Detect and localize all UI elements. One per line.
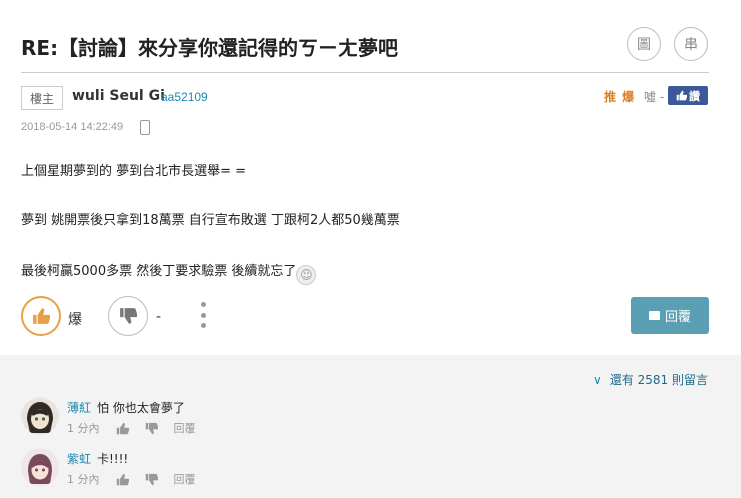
more-comments-link[interactable]: ∨ 還有 2581 則留言 — [593, 371, 708, 388]
post-title: RE:【討論】來分享你還記得的ㄎㄧㄤ夢吧 — [21, 36, 399, 60]
author-name[interactable]: wuli Seul Gi — [72, 88, 165, 104]
emoji-icon: ☺ — [296, 265, 317, 285]
comment-author[interactable]: 紫虹 — [67, 450, 91, 467]
author-id[interactable]: aa52109 — [161, 90, 208, 104]
comment-author[interactable]: 薄紅 — [67, 399, 91, 416]
comments-section: ∨ 還有 2581 則留言 薄紅 怕 你也太會夢了 1 分內 回覆 紫虹 卡!!… — [0, 355, 741, 498]
avatar[interactable] — [21, 448, 59, 486]
like-count: 爆 — [68, 312, 82, 328]
like-button[interactable] — [21, 296, 61, 336]
thumbs-down-icon — [120, 308, 137, 324]
comment-time: 1 分內 — [67, 422, 100, 435]
dislike-button[interactable] — [108, 296, 148, 336]
thumbs-down-icon[interactable] — [145, 422, 158, 435]
comment-reply-link[interactable]: 回覆 — [174, 420, 196, 436]
comment-meta: 1 分內 回覆 — [67, 420, 196, 436]
thumbs-up-icon[interactable] — [116, 422, 129, 435]
op-badge: 樓主 — [21, 86, 63, 110]
thumbs-up-icon — [676, 90, 687, 101]
post-paragraph-3-wrap: 最後柯贏5000多票 然後丁要求驗票 後續就忘了 ☺ — [21, 260, 317, 285]
boo-count: 噓 - — [644, 90, 665, 104]
comment-text: 卡!!!! — [97, 452, 129, 466]
comment-item: 紫虹 卡!!!! 1 分內 回覆 — [21, 448, 721, 498]
comment-time: 1 分內 — [67, 473, 100, 486]
facebook-like-label: 讚 — [689, 89, 700, 103]
thread-mode-button[interactable]: 串 — [674, 27, 708, 61]
facebook-like-button[interactable]: 讚 — [668, 86, 708, 105]
dislike-count: - — [156, 309, 162, 325]
post-paragraph-2: 夢到 姚開票後只拿到18萬票 自行宣布敗選 丁跟柯2人都50幾萬票 — [21, 213, 400, 228]
title-divider — [21, 72, 709, 73]
comment-meta: 1 分內 回覆 — [67, 471, 196, 487]
post-paragraph-3: 最後柯贏5000多票 然後丁要求驗票 後續就忘了 — [21, 264, 297, 279]
more-options-button[interactable] — [199, 302, 207, 328]
image-mode-label: 圖 — [637, 37, 651, 53]
thread-mode-label: 串 — [684, 37, 698, 53]
more-comments-label: 還有 2581 則留言 — [609, 373, 708, 387]
kebab-icon — [200, 302, 206, 307]
reply-button[interactable]: 回覆 — [631, 297, 709, 334]
recommend-count: 推 爆 — [604, 90, 636, 104]
mobile-phone-icon — [140, 120, 150, 135]
thumbs-down-icon[interactable] — [145, 473, 158, 486]
thumbs-up-icon[interactable] — [116, 473, 129, 486]
reply-label: 回覆 — [664, 310, 691, 325]
post-date: 2018-05-14 14:22:49 — [21, 121, 124, 133]
chevron-down-icon: ∨ — [593, 372, 602, 387]
post-paragraph-1: 上個星期夢到的 夢到台北市長選舉= = — [21, 164, 247, 179]
avatar[interactable] — [21, 397, 59, 435]
comment-reply-link[interactable]: 回覆 — [174, 471, 196, 487]
thumbs-up-icon — [33, 308, 50, 324]
comment-text: 怕 你也太會夢了 — [97, 401, 185, 415]
image-mode-button[interactable]: 圖 — [627, 27, 661, 61]
speech-bubble-icon — [648, 311, 660, 320]
comment-item: 薄紅 怕 你也太會夢了 1 分內 回覆 — [21, 397, 721, 447]
